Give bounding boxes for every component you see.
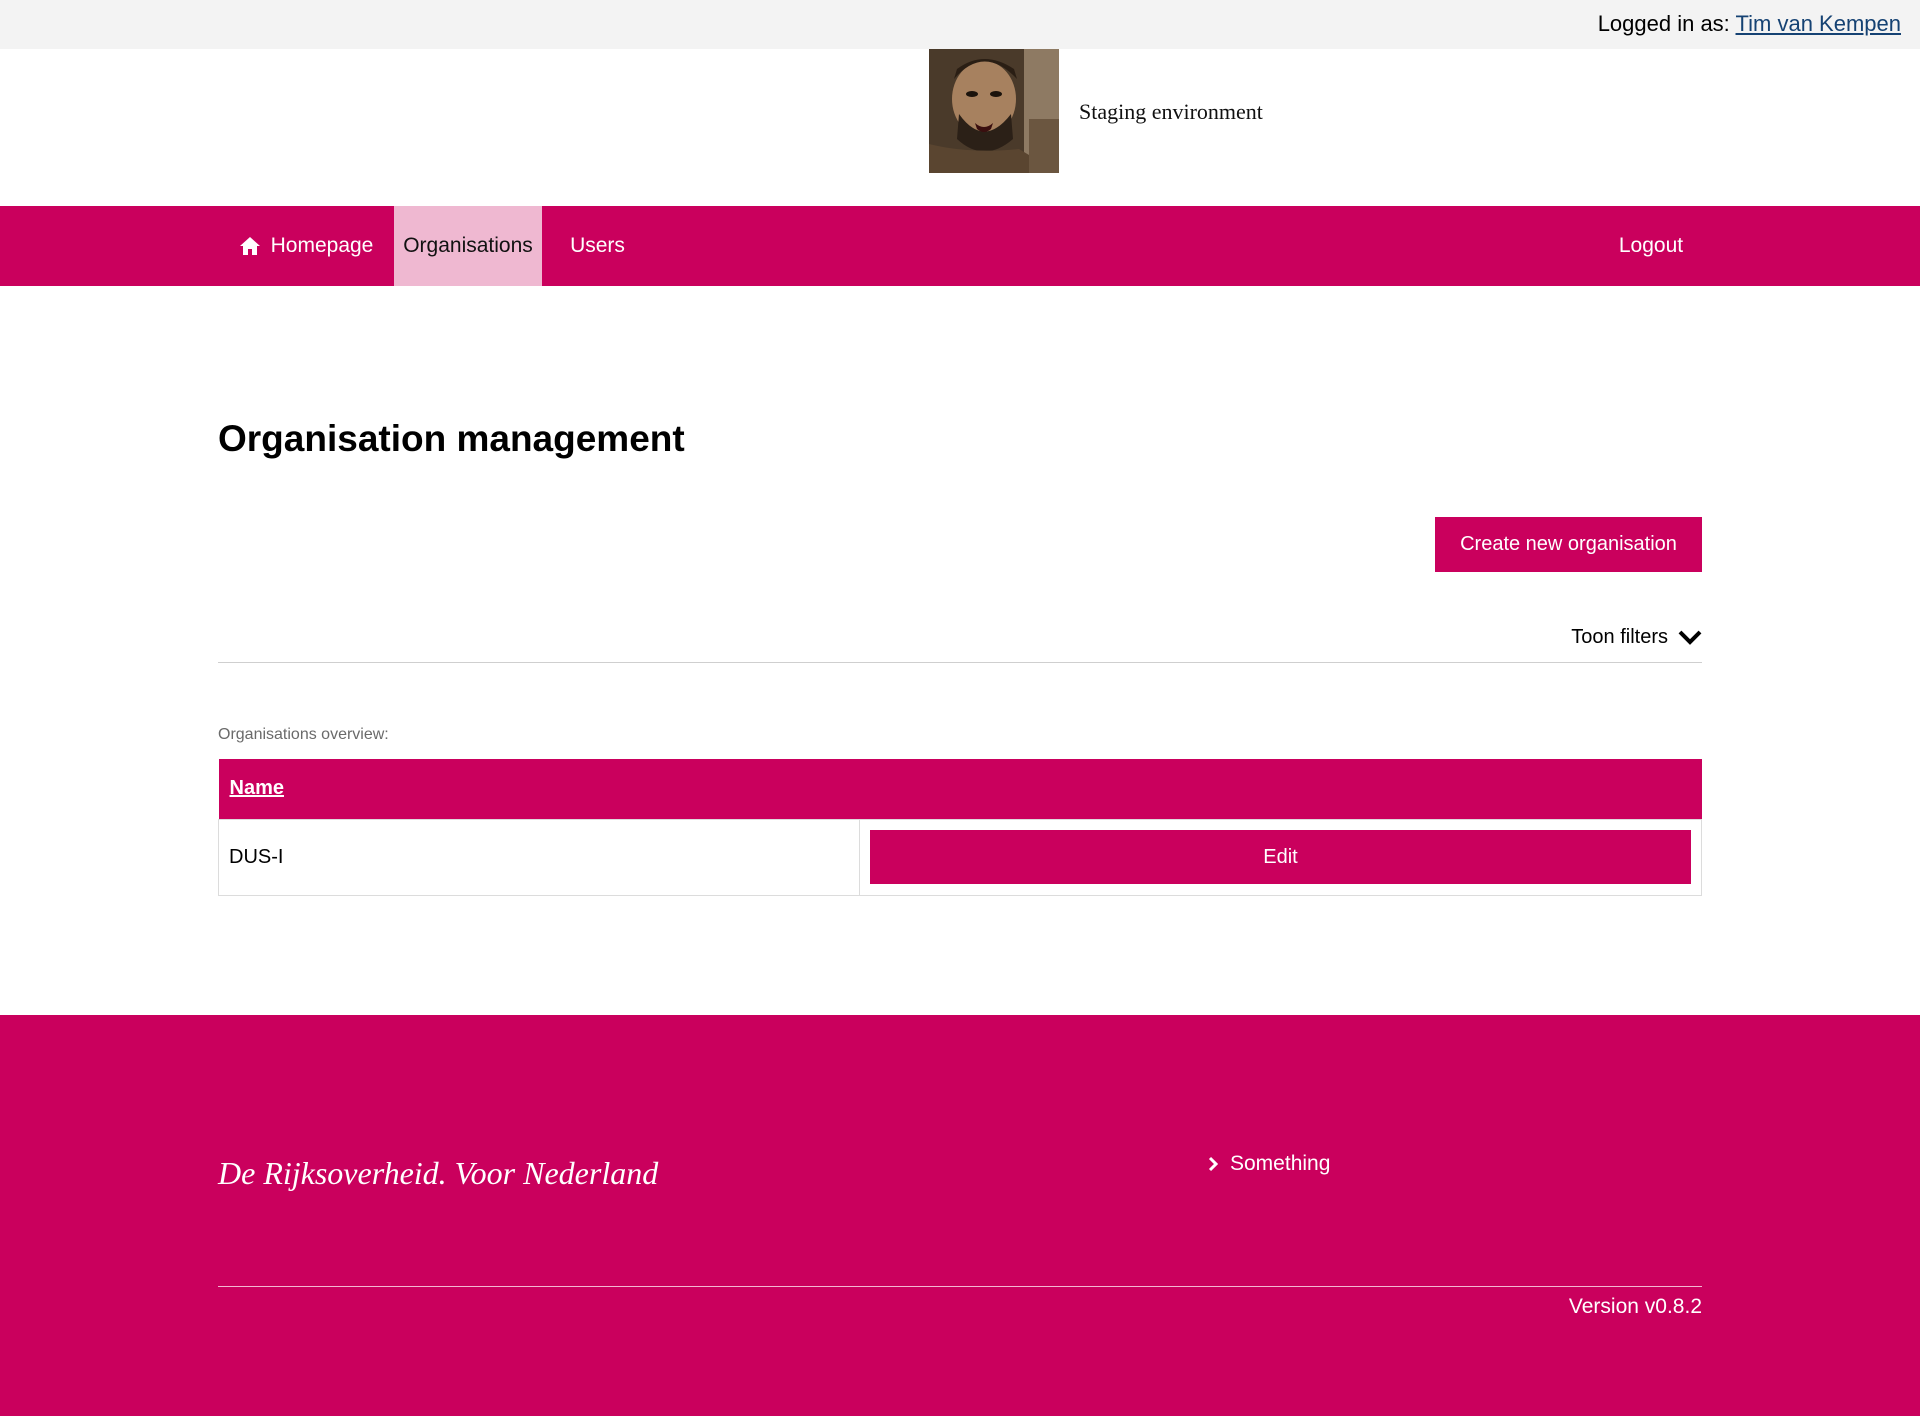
page-title: Organisation management [218,418,685,459]
home-icon [239,236,261,256]
nav-organisations[interactable]: Organisations [394,206,542,286]
user-profile-link[interactable]: Tim van Kempen [1736,11,1901,36]
environment-label: Staging environment [1079,99,1263,124]
top-bar: Logged in as: Tim van Kempen [0,0,1920,49]
site-logo [929,49,1059,173]
divider [218,662,1702,663]
edit-button[interactable]: Edit [870,830,1691,884]
main-navigation: Homepage Organisations Users Logout [0,206,1920,286]
footer-link-something[interactable]: Something [1208,1152,1330,1176]
organisations-table: Name DUS-I Edit [218,759,1702,896]
site-footer: De Rijksoverheid. Voor Nederland Somethi… [0,1015,1920,1416]
create-organisation-button[interactable]: Create new organisation [1435,517,1702,572]
footer-tagline: De Rijksoverheid. Voor Nederland [218,1155,659,1191]
version-label: Version v0.8.2 [1568,1295,1702,1318]
row-actions: Edit [859,818,1702,896]
toggle-filters[interactable]: Toon filters [1571,622,1702,652]
chevron-right-icon [1208,1156,1218,1172]
footer-divider [218,1286,1702,1287]
login-status: Logged in as: Tim van Kempen [1598,11,1901,37]
chevron-down-icon [1678,629,1702,645]
nav-homepage[interactable]: Homepage [218,206,394,286]
nav-users[interactable]: Users [542,206,653,286]
overview-label: Organisations overview: [218,726,389,743]
filters-label: Toon filters [1571,625,1668,648]
site-header: Staging environment [0,49,1920,206]
login-prefix: Logged in as: [1597,11,1730,36]
footer-link-label: Something [1230,1152,1331,1175]
column-header-name[interactable]: Name [219,759,1702,819]
nav-homepage-label: Homepage [270,234,374,257]
organisation-name: DUS-I [218,818,860,896]
table-row: DUS-I Edit [218,818,1702,896]
table-header-row: Name [218,759,1702,819]
logout-link[interactable]: Logout [1596,206,1706,286]
